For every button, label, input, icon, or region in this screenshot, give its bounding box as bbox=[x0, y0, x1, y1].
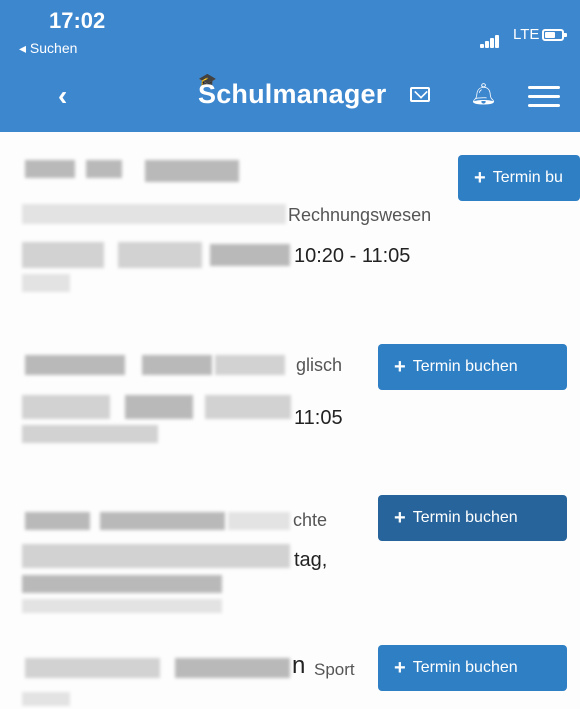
plus-icon: + bbox=[394, 356, 406, 378]
button-label: Termin bu bbox=[492, 169, 563, 186]
time-fragment: tag, bbox=[294, 549, 328, 571]
book-appointment-button[interactable]: + Termin bu bbox=[458, 155, 580, 201]
subject-fragment: glisch bbox=[296, 355, 343, 375]
subject-fragment: Rechnungswesen bbox=[288, 205, 432, 225]
app-header: ‹ 🎓 Schulmanager 🔔︎ bbox=[0, 62, 580, 132]
subject-fragment: Sport bbox=[314, 660, 355, 679]
time-fragment: 10:20 - 11:05 bbox=[294, 245, 411, 267]
button-label: Termin buchen bbox=[412, 509, 518, 526]
redacted-text bbox=[22, 692, 70, 706]
back-to-app-link[interactable]: ◂ Suchen bbox=[19, 40, 77, 57]
redacted-name bbox=[86, 160, 122, 178]
redacted-text bbox=[22, 204, 286, 224]
redacted-text bbox=[125, 395, 193, 419]
redacted-name bbox=[175, 658, 290, 678]
redacted-name bbox=[145, 160, 239, 182]
button-label: Termin buchen bbox=[412, 659, 518, 676]
redacted-name bbox=[142, 355, 212, 375]
redacted-name bbox=[100, 512, 225, 530]
redacted-name bbox=[25, 160, 75, 178]
network-type-label: LTE bbox=[513, 26, 540, 43]
plus-icon: + bbox=[394, 507, 406, 529]
redacted-text bbox=[22, 575, 222, 593]
subject-fragment-large: n bbox=[292, 652, 306, 679]
bell-icon[interactable]: 🔔︎ bbox=[470, 83, 497, 107]
signal-icon bbox=[480, 34, 504, 48]
time-fragment: 11:05 bbox=[294, 407, 343, 429]
redacted-text bbox=[22, 395, 110, 419]
brand-title[interactable]: Schulmanager bbox=[198, 79, 386, 110]
book-appointment-button[interactable]: + Termin buchen bbox=[378, 645, 567, 691]
battery-icon bbox=[542, 29, 567, 41]
plus-icon: + bbox=[394, 657, 406, 679]
menu-icon[interactable] bbox=[528, 86, 560, 108]
redacted-name bbox=[25, 658, 160, 678]
book-appointment-button[interactable]: + Termin buchen bbox=[378, 495, 567, 541]
redacted-text bbox=[118, 242, 202, 268]
redacted-name bbox=[228, 512, 290, 530]
back-button[interactable]: ‹ bbox=[58, 80, 67, 112]
plus-icon: + bbox=[474, 167, 486, 189]
redacted-text bbox=[22, 242, 104, 268]
redacted-text bbox=[22, 544, 290, 568]
status-bar: 17:02 ◂ Suchen LTE bbox=[0, 0, 580, 62]
mail-icon[interactable] bbox=[410, 87, 430, 102]
redacted-text bbox=[22, 274, 70, 292]
redacted-text bbox=[22, 599, 222, 613]
redacted-name bbox=[215, 355, 285, 375]
button-label: Termin buchen bbox=[412, 358, 518, 375]
subject-fragment: chte bbox=[293, 510, 328, 530]
book-appointment-button[interactable]: + Termin buchen bbox=[378, 344, 567, 390]
appointment-list: Rechnungswesen 10:20 - 11:05 + Termin bu… bbox=[0, 132, 580, 709]
redacted-name bbox=[25, 512, 90, 530]
status-time: 17:02 bbox=[49, 8, 106, 33]
redacted-text bbox=[205, 395, 291, 419]
redacted-name bbox=[25, 355, 125, 375]
redacted-text bbox=[210, 244, 290, 266]
redacted-text bbox=[22, 425, 158, 443]
